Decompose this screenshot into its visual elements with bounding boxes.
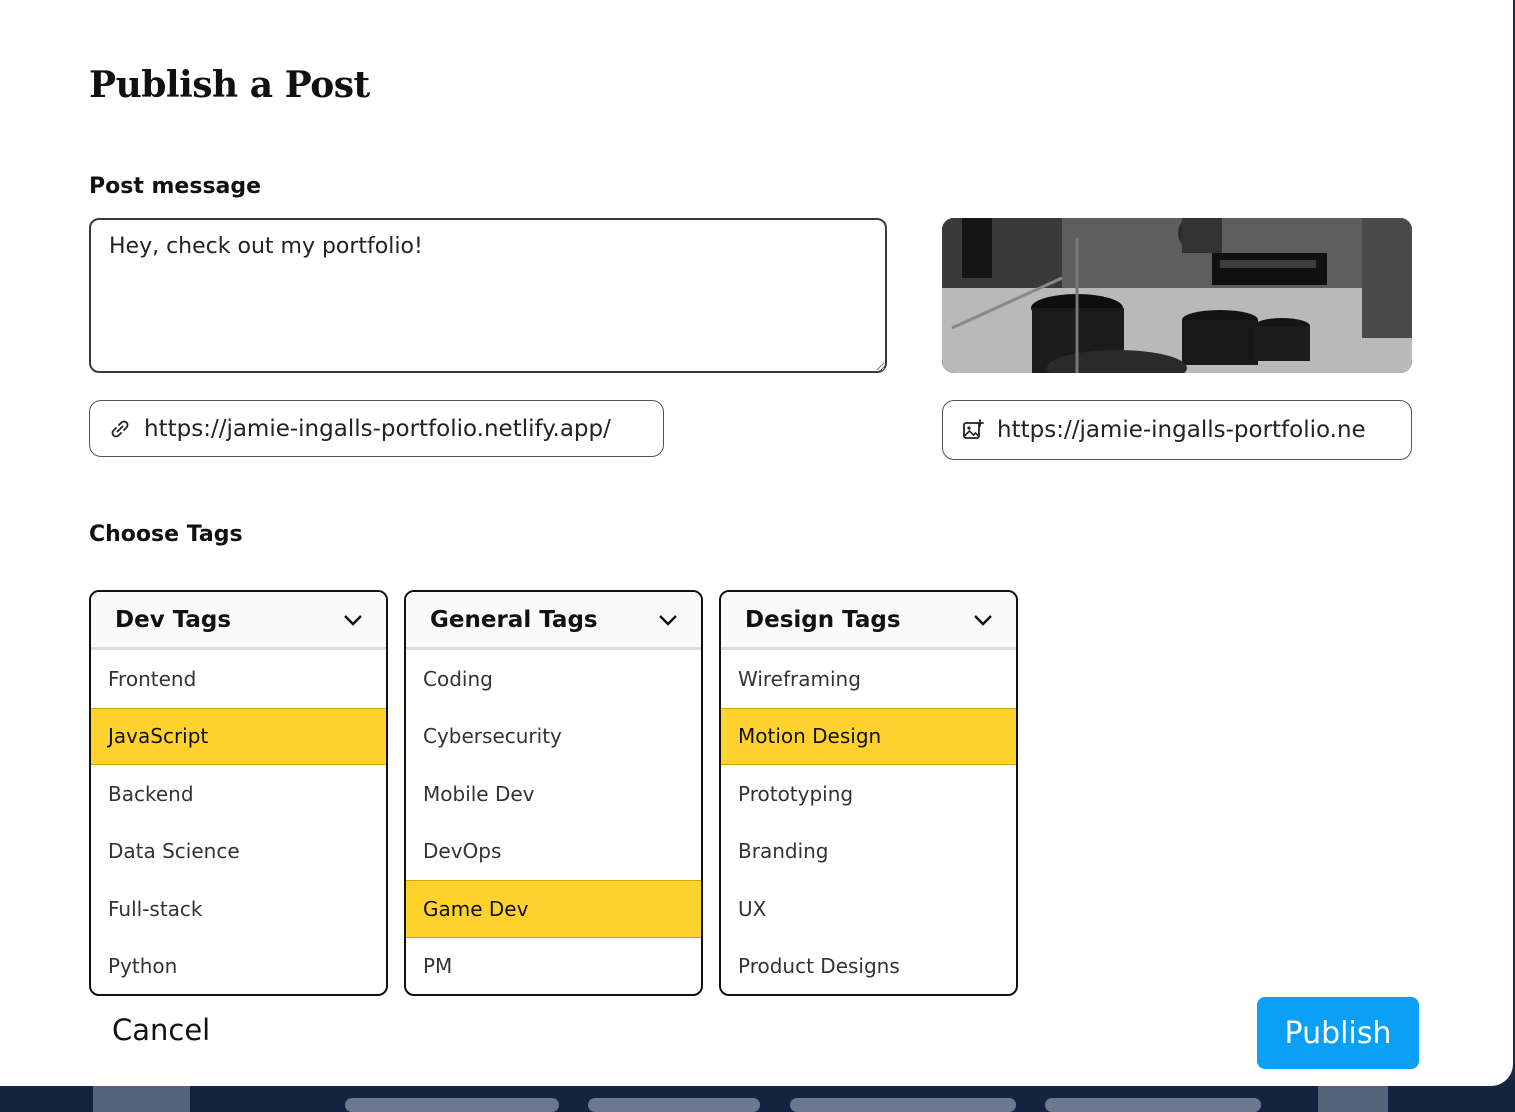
tag-option-selected[interactable]: Motion Design [721,707,1016,765]
tag-option[interactable]: Cybersecurity [406,708,701,766]
backdrop-column [93,1086,190,1112]
chevron-down-icon [974,614,992,626]
image-add-icon [963,419,984,439]
publish-button[interactable]: Publish [1257,997,1419,1069]
drum-kit-photo [942,218,1412,373]
backdrop-pill [588,1098,760,1112]
general-tags-panel: General Tags Coding Cybersecurity Mobile… [404,590,703,996]
dev-tags-label: Dev Tags [115,606,232,633]
tag-option[interactable]: Backend [91,765,386,823]
tag-option[interactable]: UX [721,880,1016,938]
image-preview [942,218,1412,373]
tag-option[interactable]: DevOps [406,823,701,881]
general-tags-dropdown[interactable]: General Tags [406,592,701,650]
chevron-down-icon [344,614,362,626]
tag-option[interactable]: Branding [721,823,1016,881]
design-tags-panel: Design Tags Wireframing Motion Design Pr… [719,590,1018,996]
tag-option[interactable]: Python [91,938,386,995]
choose-tags-label: Choose Tags [89,522,243,547]
design-tags-dropdown[interactable]: Design Tags [721,592,1016,650]
modal-title: Publish a Post [89,64,370,106]
tag-option[interactable]: Coding [406,650,701,708]
tag-option[interactable]: Mobile Dev [406,765,701,823]
link-url-field[interactable] [89,400,664,457]
tag-option-selected[interactable]: JavaScript [91,707,386,765]
chevron-down-icon [659,614,677,626]
backdrop-pill [345,1098,559,1112]
post-message-input[interactable] [89,218,887,373]
tag-option[interactable]: Data Science [91,823,386,881]
image-url-input[interactable] [997,417,1411,443]
post-message-label: Post message [89,174,262,199]
backdrop-pill [1045,1098,1261,1112]
backdrop-column [1318,1086,1388,1112]
tag-option[interactable]: Product Designs [721,938,1016,995]
dev-tags-dropdown[interactable]: Dev Tags [91,592,386,650]
tag-option[interactable]: Prototyping [721,765,1016,823]
link-url-input[interactable] [144,415,663,442]
design-tags-label: Design Tags [745,606,901,633]
tag-option[interactable]: Wireframing [721,650,1016,708]
tag-option[interactable]: PM [406,938,701,995]
cancel-button[interactable]: Cancel [112,1013,210,1047]
dev-tags-panel: Dev Tags Frontend JavaScript Backend Dat… [89,590,388,996]
tag-option[interactable]: Frontend [91,650,386,708]
general-tags-label: General Tags [430,606,598,633]
link-icon [111,420,129,437]
tag-option-selected[interactable]: Game Dev [406,880,701,938]
tag-option[interactable]: Full-stack [91,880,386,938]
backdrop-pill [790,1098,1016,1112]
image-url-field[interactable] [942,400,1412,460]
publish-post-modal: Publish a Post Post message Hey, check o… [0,0,1513,1086]
